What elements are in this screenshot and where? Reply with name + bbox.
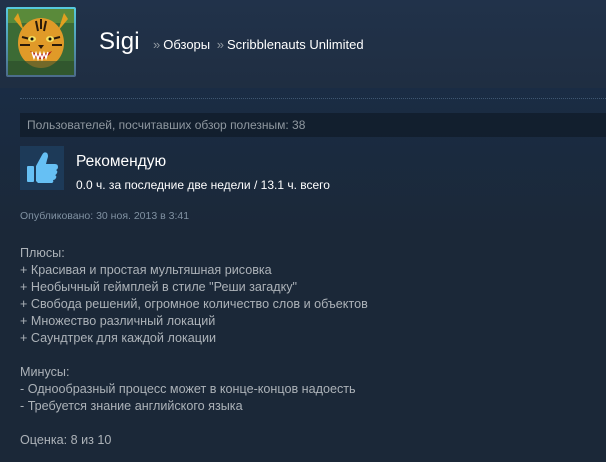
avatar[interactable] (6, 7, 76, 77)
review-verdict: Рекомендую (76, 153, 167, 170)
list-item: + Свобода решений, огромное количество с… (20, 297, 368, 311)
divider (20, 98, 606, 100)
list-item: + Саундтрек для каждой локации (20, 331, 217, 345)
tiger-avatar-icon (8, 9, 74, 75)
posted-date: Опубликовано: 30 ноя. 2013 в 3:41 (20, 210, 190, 222)
helpful-count: Пользователей, посчитавших обзор полезны… (20, 113, 606, 137)
breadcrumb-separator: » (153, 37, 161, 52)
persona-name[interactable]: Sigi (99, 28, 140, 56)
breadcrumb: » Обзоры » Scribblenauts Unlimited (150, 37, 364, 52)
profile-header: Sigi » Обзоры » Scribblenauts Unlimited (0, 0, 606, 88)
breadcrumb-separator: » (216, 37, 224, 52)
review-score: Оценка: 8 из 10 (20, 433, 112, 447)
list-item: - Однообразный процесс может в конце-кон… (20, 382, 356, 396)
breadcrumb-game-link[interactable]: Scribblenauts Unlimited (227, 37, 364, 52)
list-item: + Множество различный локаций (20, 314, 216, 328)
cons-title: Минусы: (20, 365, 70, 379)
playtime-hours: 0.0 ч. за последние две недели / 13.1 ч.… (76, 178, 330, 192)
review-panel: Пользователей, посчитавших обзор полезны… (0, 88, 606, 462)
list-item: - Требуется знание английского языка (20, 399, 243, 413)
list-item: + Красивая и простая мультяшная рисовка (20, 263, 272, 277)
review-body: Плюсы: + Красивая и простая мультяшная р… (20, 245, 590, 449)
thumbs-up-icon (20, 146, 64, 190)
breadcrumb-reviews-link[interactable]: Обзоры (163, 37, 210, 52)
pros-title: Плюсы: (20, 246, 65, 260)
list-item: + Необычный геймплей в стиле "Реши загад… (20, 280, 298, 294)
